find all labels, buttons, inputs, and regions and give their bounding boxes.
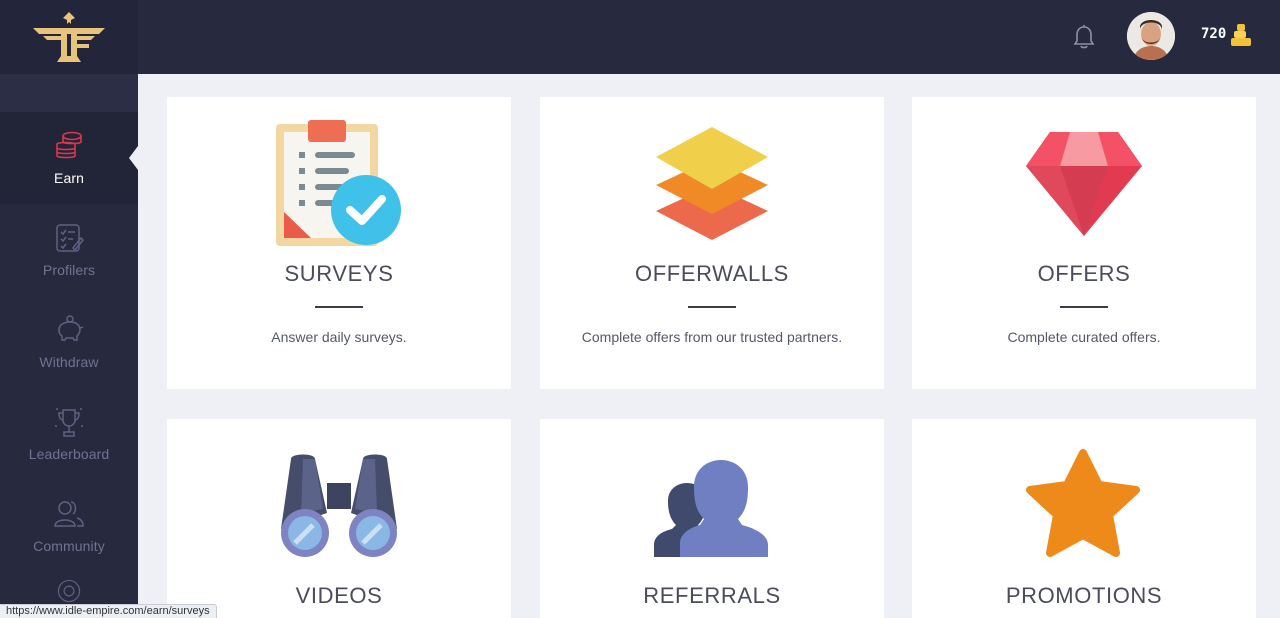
user-avatar[interactable] <box>1127 12 1175 60</box>
clipboard-check-icon <box>276 120 401 246</box>
site-logo[interactable] <box>0 0 138 74</box>
card-referrals[interactable]: REFERRALS <box>540 419 884 618</box>
coins-stack-icon <box>56 131 82 159</box>
eagle-logo-icon <box>33 12 105 62</box>
gem-icon <box>1026 132 1142 236</box>
sidebar: Earn Profilers Withdraw Leaderboard Comm… <box>0 74 138 618</box>
card-title: VIDEOS <box>295 583 383 608</box>
card-divider <box>315 306 363 308</box>
card-divider <box>1060 306 1108 308</box>
active-indicator <box>129 146 138 170</box>
card-offers[interactable]: OFFERS Complete curated offers. <box>912 97 1256 389</box>
sidebar-item-label: Profilers <box>42 262 96 278</box>
sidebar-item-label: Withdraw <box>39 354 99 370</box>
checklist-icon <box>56 224 85 252</box>
trophy-icon <box>55 408 83 437</box>
card-title: OFFERWALLS <box>635 261 789 286</box>
sidebar-item-label: Earn <box>54 170 84 186</box>
card-offerwalls[interactable]: OFFERWALLS Complete offers from our trus… <box>540 97 884 389</box>
card-title: REFERRALS <box>643 583 781 608</box>
card-description: Complete offers from our trusted partner… <box>581 329 843 345</box>
sidebar-item-label: Community <box>33 538 105 554</box>
sidebar-item-label: Leaderboard <box>28 446 110 462</box>
card-description: Complete curated offers. <box>1007 329 1161 345</box>
people-icon <box>54 501 84 527</box>
binoculars-icon <box>281 454 397 557</box>
bell-icon[interactable] <box>1072 24 1096 50</box>
card-surveys[interactable]: SURVEYS Answer daily surveys. <box>167 97 511 389</box>
layers-icon <box>656 127 768 240</box>
card-promotions[interactable]: PROMOTIONS <box>912 419 1256 618</box>
card-videos[interactable]: VIDEOS <box>167 419 511 618</box>
sidebar-item-profilers[interactable]: Profilers <box>0 204 138 296</box>
sidebar-item-withdraw[interactable]: Withdraw <box>0 296 138 388</box>
card-title: PROMOTIONS <box>1005 583 1163 608</box>
piggy-bank-icon <box>58 315 84 341</box>
star-icon <box>1026 449 1140 557</box>
card-description: Answer daily surveys. <box>271 329 407 345</box>
sidebar-item-community[interactable]: Community <box>0 480 138 572</box>
card-title: OFFERS <box>1037 261 1131 286</box>
sidebar-spacer <box>0 74 138 112</box>
card-divider <box>688 306 736 308</box>
lifebuoy-icon <box>57 579 81 603</box>
card-title: SURVEYS <box>284 261 394 286</box>
users-icon <box>654 460 768 557</box>
coins-icon <box>1231 24 1251 46</box>
sidebar-item-earn[interactable]: Earn <box>0 112 138 204</box>
avatar-image <box>1127 12 1175 60</box>
sidebar-item-leaderboard[interactable]: Leaderboard <box>0 388 138 480</box>
status-bar-url: https://www.idle-empire.com/earn/surveys <box>0 604 217 618</box>
top-bar: 720 <box>0 0 1280 74</box>
coin-balance: 720 <box>1201 26 1227 42</box>
